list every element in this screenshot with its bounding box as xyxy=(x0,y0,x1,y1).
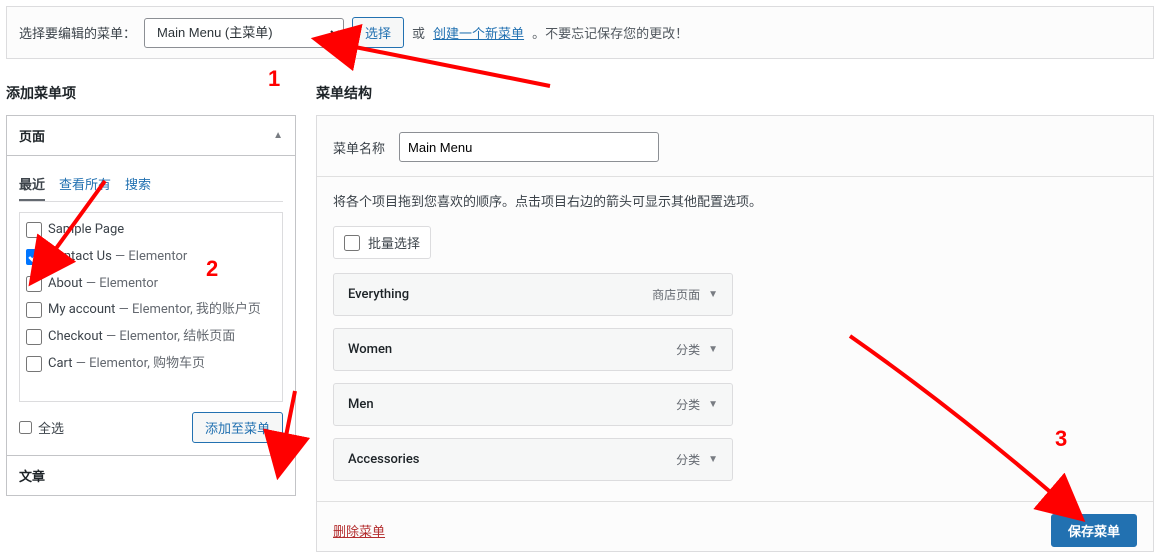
menu-item-type: 商店页面 xyxy=(652,286,700,303)
page-checkbox[interactable] xyxy=(26,329,42,345)
page-suffix: — Elementor, 结帐页面 xyxy=(103,329,235,344)
caret-down-icon[interactable]: ▼ xyxy=(708,399,718,410)
create-new-menu-link[interactable]: 创建一个新菜单 xyxy=(433,23,524,42)
page-label: Sample Page xyxy=(48,222,124,237)
posts-box-title: 文章 xyxy=(19,466,45,485)
or-text: 或 xyxy=(412,23,425,42)
list-item[interactable]: Contact Us — Elementor xyxy=(26,244,276,271)
list-item[interactable]: Sample Page xyxy=(26,217,276,244)
posts-metabox-toggle[interactable]: 文章 ▼ xyxy=(7,456,295,495)
menu-name-input[interactable] xyxy=(399,132,659,162)
page-label: About xyxy=(48,276,83,291)
list-item[interactable]: About — Elementor xyxy=(26,271,276,298)
select-button[interactable]: 选择 xyxy=(352,17,404,48)
bulk-select-checkbox[interactable] xyxy=(344,235,360,251)
caret-up-icon: ▲ xyxy=(273,130,283,141)
bulk-select-row[interactable]: 批量选择 xyxy=(333,226,431,259)
menu-item-meta: 商店页面 ▼ xyxy=(652,286,718,303)
page-checkbox[interactable] xyxy=(26,356,42,372)
menu-item-type: 分类 xyxy=(676,396,700,413)
page-checkbox[interactable] xyxy=(26,249,42,265)
menu-item-title: Accessories xyxy=(348,452,419,467)
save-menu-button[interactable]: 保存菜单 xyxy=(1051,514,1137,547)
menu-structure-column: 菜单结构 菜单名称 将各个项目拖到您喜欢的顺序。点击项目右边的箭头可显示其他配置… xyxy=(316,65,1154,552)
page-checkbox[interactable] xyxy=(26,276,42,292)
menu-item[interactable]: Everything 商店页面 ▼ xyxy=(333,273,733,316)
select-all-label: 全选 xyxy=(38,418,64,437)
page-label: My account xyxy=(48,302,115,317)
pages-metabox-toggle[interactable]: 页面 ▲ xyxy=(7,116,295,155)
menu-item-meta: 分类 ▼ xyxy=(676,396,718,413)
menu-structure-panel: 菜单名称 将各个项目拖到您喜欢的顺序。点击项目右边的箭头可显示其他配置选项。 批… xyxy=(316,115,1154,552)
menu-name-row: 菜单名称 xyxy=(317,116,1153,177)
pages-metabox: 页面 ▲ 最近 查看所有 搜索 Sample Page Contact Us xyxy=(6,115,296,456)
pages-box-body: 最近 查看所有 搜索 Sample Page Contact Us — Elem… xyxy=(7,155,295,455)
menu-name-label: 菜单名称 xyxy=(333,138,385,157)
tab-view-all[interactable]: 查看所有 xyxy=(59,168,111,201)
caret-down-icon[interactable]: ▼ xyxy=(708,454,718,465)
menu-select-label: 选择要编辑的菜单： xyxy=(19,23,136,42)
list-item[interactable]: Cart — Elementor, 购物车页 xyxy=(26,351,276,378)
menu-item-title: Everything xyxy=(348,287,409,302)
menu-item[interactable]: Women 分类 ▼ xyxy=(333,328,733,371)
menu-footer-row: 删除菜单 保存菜单 xyxy=(317,501,1153,551)
bulk-select-label: 批量选择 xyxy=(368,233,420,252)
menu-item-meta: 分类 ▼ xyxy=(676,451,718,468)
page-label: Contact Us xyxy=(48,249,112,264)
page-label: Checkout xyxy=(48,329,103,344)
caret-down-icon[interactable]: ▼ xyxy=(708,344,718,355)
pages-checklist[interactable]: Sample Page Contact Us — Elementor About… xyxy=(19,212,283,402)
caret-down-icon[interactable]: ▼ xyxy=(708,289,718,300)
page-checkbox[interactable] xyxy=(26,302,42,318)
pages-box-title: 页面 xyxy=(19,126,45,145)
select-all-checkbox[interactable] xyxy=(19,421,32,434)
reminder-text: 。不要忘记保存您的更改！ xyxy=(532,23,688,42)
menu-select-bar: 选择要编辑的菜单： Main Menu (主菜单) 选择 或 创建一个新菜单 。… xyxy=(6,6,1154,59)
pages-tabs: 最近 查看所有 搜索 xyxy=(19,168,283,202)
delete-menu-link[interactable]: 删除菜单 xyxy=(333,521,385,540)
page-suffix: — Elementor xyxy=(112,249,187,264)
menu-structure-heading: 菜单结构 xyxy=(316,83,1154,103)
select-all-row[interactable]: 全选 xyxy=(19,418,64,437)
annotation-number-1: 1 xyxy=(268,66,280,92)
annotation-number-2: 2 xyxy=(206,256,218,282)
menu-item-type: 分类 xyxy=(676,451,700,468)
menu-item-title: Women xyxy=(348,342,392,357)
posts-metabox: 文章 ▼ xyxy=(6,456,296,496)
menu-item-title: Men xyxy=(348,397,374,412)
page-label: Cart xyxy=(48,356,73,371)
pages-box-footer: 全选 添加至菜单 xyxy=(19,412,283,443)
instructions-text: 将各个项目拖到您喜欢的顺序。点击项目右边的箭头可显示其他配置选项。 xyxy=(317,177,1153,220)
menu-item[interactable]: Accessories 分类 ▼ xyxy=(333,438,733,481)
add-menu-items-column: 添加菜单项 页面 ▲ 最近 查看所有 搜索 Sample Page xyxy=(6,65,296,552)
menu-select-dropdown[interactable]: Main Menu (主菜单) xyxy=(144,18,344,48)
page-suffix: — Elementor xyxy=(83,276,158,291)
tab-search[interactable]: 搜索 xyxy=(125,168,151,201)
menu-items-list: Everything 商店页面 ▼ Women 分类 ▼ Men xyxy=(317,273,1153,501)
menu-item-type: 分类 xyxy=(676,341,700,358)
add-to-menu-button[interactable]: 添加至菜单 xyxy=(192,412,283,443)
page-checkbox[interactable] xyxy=(26,222,42,238)
add-menu-items-heading: 添加菜单项 xyxy=(6,83,296,103)
menu-item-meta: 分类 ▼ xyxy=(676,341,718,358)
tab-recent[interactable]: 最近 xyxy=(19,168,45,201)
menu-item[interactable]: Men 分类 ▼ xyxy=(333,383,733,426)
page-suffix: — Elementor, 购物车页 xyxy=(73,356,205,371)
page-suffix: — Elementor, 我的账户页 xyxy=(115,302,260,317)
annotation-number-3: 3 xyxy=(1055,426,1067,452)
list-item[interactable]: Checkout — Elementor, 结帐页面 xyxy=(26,324,276,351)
list-item[interactable]: My account — Elementor, 我的账户页 xyxy=(26,297,276,324)
caret-down-icon: ▼ xyxy=(273,470,283,481)
